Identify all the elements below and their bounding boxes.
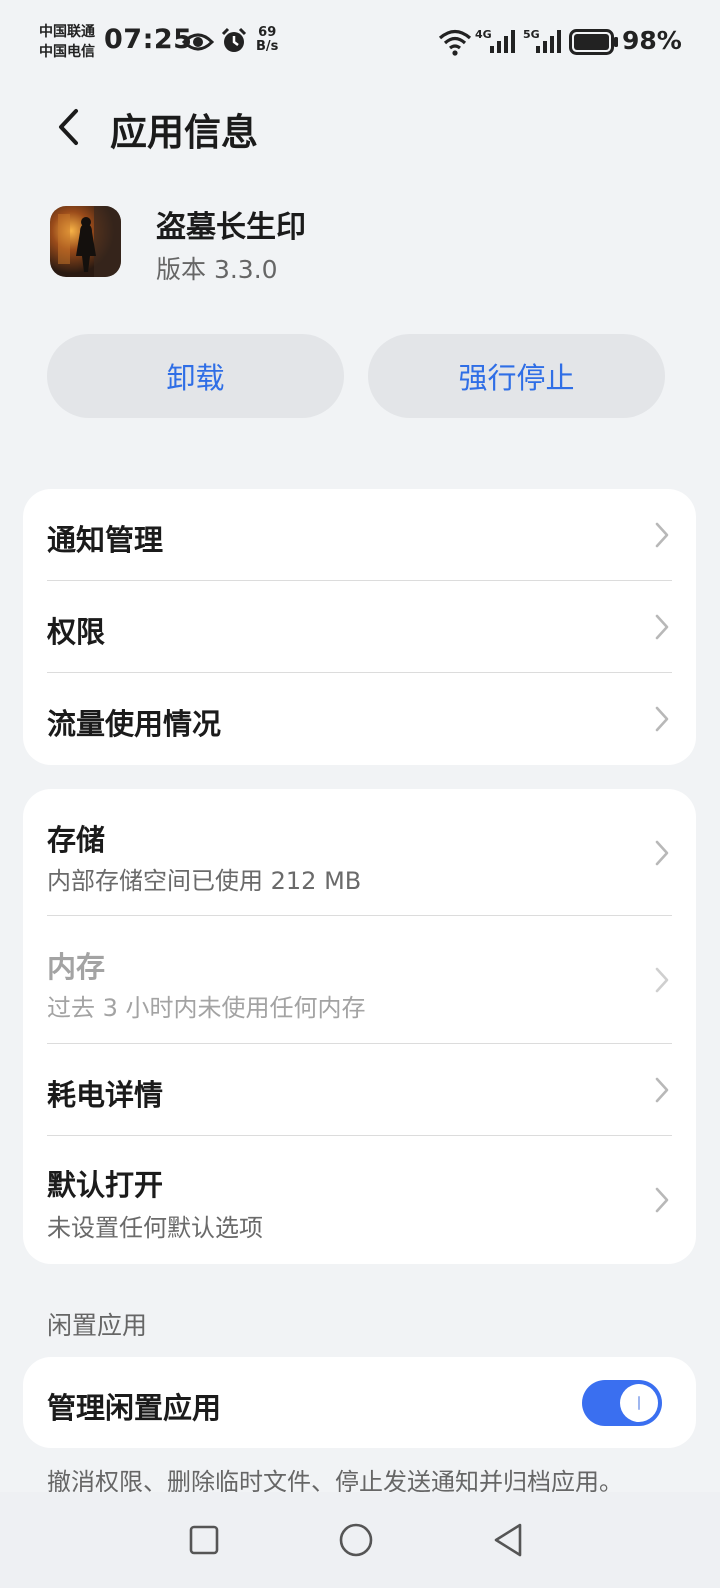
memory-row[interactable]: 内存 过去 3 小时内未使用任何内存	[23, 916, 696, 1044]
app-resources-card: 存储 内部存储空间已使用 212 MB 内存 过去 3 小时内未使用任何内存 耗…	[23, 789, 696, 1264]
idle-apps-card: 管理闲置应用	[23, 1357, 696, 1448]
manage-idle-apps-row: 管理闲置应用	[23, 1357, 696, 1448]
force-stop-button[interactable]: 强行停止	[368, 334, 665, 418]
app-version: 版本 3.3.0	[156, 255, 278, 284]
signal-icon-2	[536, 30, 561, 53]
row-title: 默认打开	[47, 1168, 164, 1202]
row-subtitle: 内部存储空间已使用 212 MB	[47, 867, 362, 895]
alarm-icon	[221, 27, 247, 52]
row-title: 通知管理	[47, 523, 164, 557]
net-speed: 69 B/s	[256, 26, 278, 54]
net-speed-unit: B/s	[256, 39, 279, 54]
open-by-default-row[interactable]: 默认打开 未设置任何默认选项	[23, 1136, 696, 1264]
row-title: 流量使用情况	[47, 707, 222, 741]
toggle-knob	[620, 1384, 658, 1422]
battery-usage-row[interactable]: 耗电详情	[23, 1044, 696, 1136]
section-label-idle-apps: 闲置应用	[47, 1311, 148, 1340]
permissions-row[interactable]: 权限	[23, 581, 696, 673]
recents-button[interactable]	[174, 1510, 234, 1570]
net-speed-value: 69	[258, 25, 277, 40]
chevron-left-icon	[59, 109, 78, 145]
chevron-right-icon	[655, 1187, 669, 1213]
system-nav-bar	[0, 1492, 720, 1588]
row-title: 存储	[47, 823, 106, 857]
carrier-2: 中国电信	[39, 44, 95, 60]
notification-management-row[interactable]: 通知管理	[23, 489, 696, 581]
chevron-right-icon	[655, 967, 669, 993]
carrier-1: 中国联通	[39, 24, 95, 40]
row-subtitle: 未设置任何默认选项	[47, 1214, 263, 1242]
row-subtitle: 过去 3 小时内未使用任何内存	[47, 994, 366, 1022]
row-title: 权限	[47, 615, 106, 649]
page-title: 应用信息	[110, 111, 258, 154]
row-title: 管理闲置应用	[47, 1391, 222, 1425]
triangle-back-icon	[494, 1523, 522, 1557]
chevron-right-icon	[655, 1077, 669, 1103]
square-icon	[189, 1525, 219, 1555]
signal-icon	[490, 30, 515, 53]
row-title: 耗电详情	[47, 1078, 164, 1112]
back-nav-button[interactable]	[478, 1510, 538, 1570]
chevron-right-icon	[655, 522, 669, 548]
app-name: 盗墓长生印	[156, 210, 306, 245]
data-usage-row[interactable]: 流量使用情况	[23, 673, 696, 765]
app-settings-card: 通知管理 权限 流量使用情况	[23, 489, 696, 765]
chevron-right-icon	[655, 840, 669, 866]
app-info-screen: 中国联通 中国电信 07:25 69 B/s 4G 5G 98% 应用信息 盗墓…	[0, 0, 720, 1588]
eye-icon	[182, 33, 214, 51]
circle-icon	[339, 1523, 373, 1557]
chevron-right-icon	[655, 614, 669, 640]
uninstall-button[interactable]: 卸载	[47, 334, 344, 418]
status-bar: 中国联通 中国电信 07:25 69 B/s 4G 5G 98%	[0, 0, 720, 84]
storage-row[interactable]: 存储 内部存储空间已使用 212 MB	[23, 789, 696, 916]
manage-idle-apps-toggle[interactable]	[582, 1380, 662, 1426]
app-icon	[50, 206, 121, 277]
carrier-names: 中国联通 中国电信	[39, 22, 95, 62]
home-button[interactable]	[326, 1510, 386, 1570]
wifi-icon	[438, 29, 472, 56]
chevron-right-icon	[655, 706, 669, 732]
back-button[interactable]	[46, 104, 92, 150]
battery-percent: 98%	[622, 26, 682, 55]
row-title: 内存	[47, 950, 106, 984]
status-time: 07:25	[104, 24, 193, 55]
battery-icon	[569, 29, 618, 55]
